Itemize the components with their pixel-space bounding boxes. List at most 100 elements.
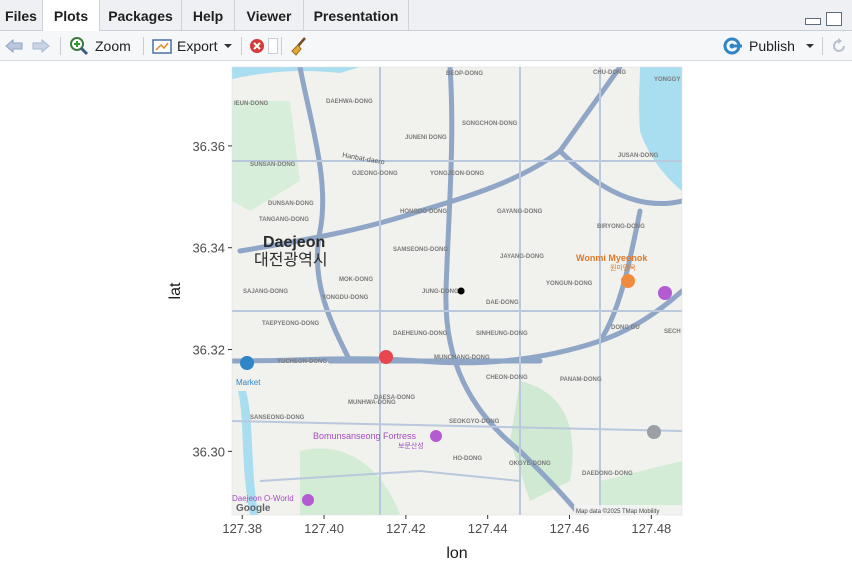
plots-toolbar: Zoom Export Publish bbox=[0, 31, 852, 61]
district-label: SEOKGYO-DONG bbox=[449, 419, 500, 425]
district-label: TAEPYEONG-DONG bbox=[262, 321, 320, 327]
x-axis-title: lon bbox=[446, 545, 467, 562]
zoom-icon bbox=[70, 36, 89, 55]
remove-plot-button[interactable] bbox=[248, 31, 278, 60]
poi-label: Wonmi Myeonok bbox=[576, 253, 648, 263]
x-tick-label: 127.38 bbox=[222, 521, 262, 536]
poi-label: Market bbox=[236, 378, 261, 387]
district-label: YONGJEON-DONG bbox=[430, 171, 484, 177]
back-arrow-icon bbox=[5, 38, 23, 53]
district-label: HO-DONG bbox=[453, 456, 482, 462]
district-label: DAEDONG-DONG bbox=[582, 471, 633, 477]
hospital-pin-icon bbox=[379, 350, 393, 364]
tab-viewer[interactable]: Viewer bbox=[235, 0, 304, 30]
district-label: YONGDU-DONG bbox=[322, 295, 369, 301]
dropdown-caret-icon bbox=[224, 43, 233, 48]
district-label: MUNCHANG-DONG bbox=[434, 355, 490, 361]
forward-arrow-icon bbox=[32, 38, 50, 53]
forward-button[interactable] bbox=[31, 31, 51, 60]
broom-icon bbox=[291, 36, 306, 56]
district-label: MOK-DONG bbox=[339, 277, 373, 283]
district-label: BEOP-DONG bbox=[446, 71, 483, 77]
district-label: YONGUN-DONG bbox=[546, 281, 593, 287]
district-label: SAJANG-DONG bbox=[243, 289, 288, 295]
x-tick-label: 127.44 bbox=[468, 521, 508, 536]
map-credit: Map data ©2025 TMap Mobility bbox=[576, 508, 659, 515]
export-icon bbox=[152, 38, 172, 54]
city-label-en: Daejeon bbox=[263, 234, 325, 251]
district-label: SAMSEONG-DONG bbox=[393, 247, 448, 253]
publish-button[interactable]: Publish bbox=[722, 31, 817, 60]
poi-label: Bomunsanseong Fortress bbox=[313, 431, 417, 441]
maximize-icon[interactable] bbox=[826, 12, 842, 26]
district-label: OKGYE-DONG bbox=[509, 461, 551, 467]
district-label: DAE-DONG bbox=[486, 300, 519, 306]
publish-label: Publish bbox=[749, 37, 795, 54]
district-label: IEUN-DONG bbox=[234, 101, 269, 107]
district-label: SONGCHON-DONG bbox=[462, 121, 518, 127]
district-label: DAEHEUNG-DONG bbox=[393, 331, 448, 337]
x-tick-label: 127.46 bbox=[550, 521, 590, 536]
x-tick-label: 127.48 bbox=[631, 521, 671, 536]
y-tick-label: 36.36 bbox=[192, 139, 225, 154]
back-button[interactable] bbox=[4, 31, 24, 60]
zoom-button[interactable]: Zoom bbox=[68, 31, 131, 60]
district-label: SINHEUNG-DONG bbox=[476, 331, 528, 337]
tab-plots[interactable]: Plots bbox=[43, 0, 100, 31]
data-point bbox=[457, 287, 465, 295]
tab-packages[interactable]: Packages bbox=[100, 0, 182, 30]
district-label: TANGANG-DONG bbox=[259, 217, 309, 223]
google-logo: Google bbox=[236, 503, 271, 514]
attraction-pin-icon bbox=[302, 494, 314, 506]
district-label: DONG GU bbox=[611, 325, 640, 331]
tab-presentation[interactable]: Presentation bbox=[304, 0, 409, 30]
y-tick-label: 36.30 bbox=[192, 444, 225, 459]
export-button[interactable]: Export bbox=[152, 31, 235, 60]
district-label: JUNENI DONG bbox=[405, 135, 447, 141]
refresh-icon bbox=[833, 37, 845, 52]
x-tick-label: 127.40 bbox=[304, 521, 344, 536]
district-label: CHEON-DONG bbox=[486, 375, 528, 381]
district-label: HONGDO-DONG bbox=[400, 209, 447, 215]
district-label: BIRYONG-DONG bbox=[597, 224, 645, 230]
clear-all-button[interactable] bbox=[289, 31, 309, 60]
poi-label: 원미면옥 bbox=[610, 263, 636, 272]
tab-files[interactable]: Files bbox=[0, 0, 43, 30]
minimize-icon[interactable] bbox=[805, 18, 821, 25]
pane-tab-bar: Files Plots Packages Help Viewer Present… bbox=[0, 0, 852, 31]
zoom-label: Zoom bbox=[95, 37, 131, 54]
y-tick-label: 36.34 bbox=[192, 241, 225, 256]
export-label: Export bbox=[177, 37, 218, 54]
district-label: YONGGY bbox=[654, 77, 680, 83]
poi-label: 보문산성 bbox=[398, 441, 424, 450]
city-label-ko: 대전광역시 bbox=[254, 251, 328, 269]
y-tick-label: 36.32 bbox=[192, 343, 225, 358]
map-plot: DAEHWA-DONG JUNENI DONG SONGCHON-DONG JU… bbox=[167, 66, 683, 562]
district-label: YUCHEON-DONG bbox=[277, 359, 327, 365]
tab-help[interactable]: Help bbox=[182, 0, 235, 30]
district-label: PANAM-DONG bbox=[560, 377, 602, 383]
plot-viewer: DAEHWA-DONG JUNENI DONG SONGCHON-DONG JU… bbox=[0, 61, 852, 569]
refresh-button[interactable] bbox=[830, 31, 848, 60]
basemap: DAEHWA-DONG JUNENI DONG SONGCHON-DONG JU… bbox=[232, 67, 682, 515]
district-label: JUNG-DONG bbox=[422, 289, 459, 295]
attraction-pin-icon bbox=[658, 286, 672, 300]
restaurant-pin-icon bbox=[621, 274, 635, 288]
district-label: SANSEONG-DONG bbox=[250, 415, 305, 421]
place-pin-icon bbox=[647, 425, 661, 439]
district-label: JAYANG-DONG bbox=[500, 254, 544, 260]
district-label: DAEHWA-DONG bbox=[326, 99, 373, 105]
district-label: DUNSAN-DONG bbox=[268, 201, 314, 207]
y-axis-title: lat bbox=[167, 282, 184, 299]
district-label: JUSAN-DONG bbox=[618, 153, 659, 159]
poi-label: Daejeon O-World bbox=[232, 494, 294, 503]
shopping-pin-icon bbox=[240, 356, 254, 370]
district-label: GAYANG-DONG bbox=[497, 209, 543, 215]
district-label: MUNHWA-DONG bbox=[348, 400, 396, 406]
attraction-pin-icon bbox=[430, 430, 442, 442]
remove-plot-icon bbox=[250, 38, 264, 53]
dropdown-caret-icon bbox=[805, 43, 814, 48]
remove-plot-box bbox=[268, 37, 278, 54]
x-tick-label: 127.42 bbox=[386, 521, 426, 536]
data-points bbox=[457, 287, 465, 295]
